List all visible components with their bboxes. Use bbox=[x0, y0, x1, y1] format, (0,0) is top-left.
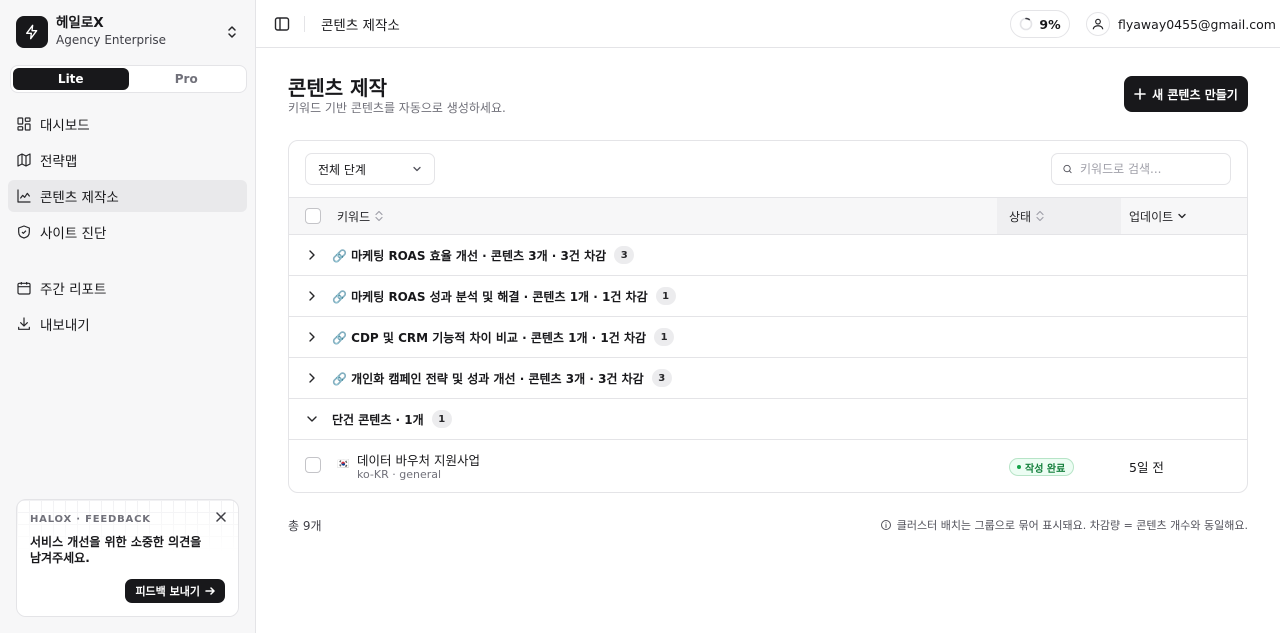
group-label: 🔗 개인화 캠페인 전략 및 성과 개선 · 콘텐츠 3개 · 3건 차감 bbox=[332, 371, 644, 386]
page-title: 콘텐츠 제작 bbox=[288, 76, 387, 100]
mode-pro[interactable]: Pro bbox=[129, 68, 245, 90]
close-icon[interactable] bbox=[214, 510, 228, 524]
shield-check-icon bbox=[18, 225, 30, 239]
sidebar-item-label: 콘텐츠 제작소 bbox=[40, 190, 119, 206]
arrow-right-icon bbox=[205, 587, 215, 595]
link-icon: 🔗 bbox=[332, 330, 347, 345]
account-menu[interactable]: flyaway0455@gmail.com bbox=[1086, 10, 1276, 38]
sidebar-item-label: 사이트 진단 bbox=[40, 226, 107, 242]
content-title[interactable]: 데이터 바우처 지원사업 bbox=[357, 450, 480, 469]
user-icon bbox=[1086, 12, 1110, 36]
content-meta: ko-KR · general bbox=[357, 468, 442, 481]
count-badge: 1 bbox=[655, 287, 676, 305]
breadcrumb: 콘텐츠 제작소 bbox=[321, 18, 400, 34]
link-icon: 🔗 bbox=[332, 371, 347, 386]
chevrons-up-down-icon bbox=[224, 24, 240, 40]
content-table-card: 전체 단계 키워드 상태 업데이트 🔗 마케팅 ROAS 효율 개선 · 콘텐츠… bbox=[288, 140, 1248, 493]
count-badge: 1 bbox=[431, 410, 452, 428]
group-label: 단건 콘텐츠 · 1개 bbox=[332, 412, 424, 427]
sidebar-item-dashboard[interactable]: 대시보드 bbox=[8, 108, 247, 140]
top-header: 콘텐츠 제작소 9% flyaway0455@gmail.com bbox=[256, 0, 1280, 48]
column-updated[interactable]: 업데이트 bbox=[1129, 198, 1187, 234]
sidebar-item-content-studio[interactable]: 콘텐츠 제작소 bbox=[8, 180, 247, 212]
chart-icon bbox=[17, 189, 31, 203]
mode-lite[interactable]: Lite bbox=[13, 68, 129, 90]
feedback-card: HALOX · FEEDBACK 서비스 개선을 위한 소중한 의견을 남겨주세… bbox=[16, 499, 239, 617]
link-icon: 🔗 bbox=[332, 248, 347, 263]
cluster-group-row[interactable]: 🔗 CDP 및 CRM 기능적 차이 비교 · 콘텐츠 1개 · 1건 차감 1 bbox=[289, 317, 1247, 358]
feedback-tag: HALOX · FEEDBACK bbox=[30, 514, 151, 525]
sidebar-item-strategy-map[interactable]: 전략맵 bbox=[8, 144, 247, 176]
cluster-group-row[interactable]: 🔗 개인화 캠페인 전략 및 성과 개선 · 콘텐츠 3개 · 3건 차감 3 bbox=[289, 358, 1247, 399]
table-row[interactable]: 🇰🇷 데이터 바우처 지원사업 ko-KR · general 작성 완료 5일… bbox=[289, 440, 1247, 492]
updated-time: 5일 전 bbox=[1129, 460, 1164, 475]
row-checkbox[interactable] bbox=[305, 457, 321, 473]
sidebar-nav: 대시보드 전략맵 콘텐츠 제작소 사이트 진단 주간 리포트 내보내기 bbox=[8, 108, 247, 344]
chevron-right-icon bbox=[309, 373, 315, 383]
chevron-down-icon bbox=[1178, 213, 1186, 219]
count-badge: 3 bbox=[651, 369, 672, 387]
new-content-button[interactable]: 새 콘텐츠 만들기 bbox=[1124, 76, 1248, 112]
workspace-switcher[interactable]: 헤일로X Agency Enterprise bbox=[16, 15, 240, 48]
kr-flag-icon: 🇰🇷 bbox=[337, 459, 350, 470]
page-subtitle: 키워드 기반 콘텐츠를 자동으로 생성하세요. bbox=[288, 101, 506, 115]
sidebar-item-weekly-report[interactable]: 주간 리포트 bbox=[8, 272, 247, 304]
calendar-icon bbox=[17, 282, 31, 295]
chevron-down-icon bbox=[413, 166, 421, 172]
table-header: 키워드 상태 업데이트 bbox=[289, 197, 1247, 235]
status-dot-icon bbox=[1017, 465, 1021, 469]
sidebar: 헤일로X Agency Enterprise Lite Pro 대시보드 전략맵… bbox=[0, 0, 256, 633]
brand-plan: Agency Enterprise bbox=[56, 33, 167, 47]
column-status[interactable]: 상태 bbox=[1009, 198, 1045, 234]
column-keyword[interactable]: 키워드 bbox=[337, 198, 384, 234]
sidebar-item-site-audit[interactable]: 사이트 진단 bbox=[8, 216, 247, 248]
search-icon bbox=[1063, 164, 1072, 174]
select-all-checkbox[interactable] bbox=[305, 208, 321, 224]
sort-icon bbox=[1036, 210, 1044, 222]
total-count: 총 9개 bbox=[288, 519, 322, 533]
bolt-icon bbox=[16, 16, 48, 48]
count-badge: 3 bbox=[614, 246, 635, 264]
plus-icon bbox=[1134, 88, 1146, 100]
mode-toggle: Lite Pro bbox=[10, 65, 247, 93]
chevron-down-icon bbox=[307, 416, 317, 422]
brand-name: 헤일로X bbox=[56, 15, 104, 31]
sidebar-item-label: 내보내기 bbox=[40, 318, 90, 334]
group-label: 🔗 마케팅 ROAS 효율 개선 · 콘텐츠 3개 · 3건 차감 bbox=[332, 248, 607, 263]
sidebar-item-label: 전략맵 bbox=[40, 154, 78, 170]
user-email: flyaway0455@gmail.com bbox=[1118, 16, 1276, 32]
usage-value: 9% bbox=[1039, 16, 1061, 32]
sidebar-item-export[interactable]: 내보내기 bbox=[8, 308, 247, 340]
chevron-right-icon bbox=[309, 332, 315, 342]
sidebar-item-label: 주간 리포트 bbox=[40, 282, 107, 298]
progress-ring-icon bbox=[1020, 17, 1033, 31]
group-label: 🔗 마케팅 ROAS 성과 분석 및 해결 · 콘텐츠 1개 · 1건 차감 bbox=[332, 289, 648, 304]
search-input[interactable] bbox=[1080, 162, 1220, 176]
usage-indicator[interactable]: 9% bbox=[1010, 10, 1070, 38]
dashboard-icon bbox=[17, 117, 31, 131]
cluster-group-row[interactable]: 🔗 마케팅 ROAS 효율 개선 · 콘텐츠 3개 · 3건 차감 3 bbox=[289, 235, 1247, 276]
status-badge: 작성 완료 bbox=[1009, 458, 1075, 476]
chevron-right-icon bbox=[309, 291, 315, 301]
link-icon: 🔗 bbox=[332, 289, 347, 304]
download-icon bbox=[18, 317, 30, 330]
single-content-group-row[interactable]: 단건 콘텐츠 · 1개 1 bbox=[289, 399, 1247, 440]
sort-icon bbox=[375, 210, 383, 222]
sidebar-item-label: 대시보드 bbox=[40, 118, 90, 134]
sidebar-toggle-icon[interactable] bbox=[274, 16, 290, 32]
feedback-message: 서비스 개선을 위한 소중한 의견을 남겨주세요. bbox=[30, 535, 202, 565]
chevron-right-icon bbox=[309, 250, 315, 260]
group-label: 🔗 CDP 및 CRM 기능적 차이 비교 · 콘텐츠 1개 · 1건 차감 bbox=[332, 330, 647, 345]
count-badge: 1 bbox=[654, 328, 675, 346]
info-icon bbox=[880, 520, 891, 530]
search-box bbox=[1051, 153, 1231, 185]
cluster-group-row[interactable]: 🔗 마케팅 ROAS 성과 분석 및 해결 · 콘텐츠 1개 · 1건 차감 1 bbox=[289, 276, 1247, 317]
map-icon bbox=[17, 153, 31, 167]
footer-note: 클러스터 배치는 그룹으로 묶어 표시돼요. 차감량 = 콘텐츠 개수와 동일해… bbox=[880, 517, 1248, 533]
send-feedback-button[interactable]: 피드백 보내기 bbox=[125, 579, 225, 603]
stage-filter-select[interactable]: 전체 단계 bbox=[305, 153, 435, 185]
